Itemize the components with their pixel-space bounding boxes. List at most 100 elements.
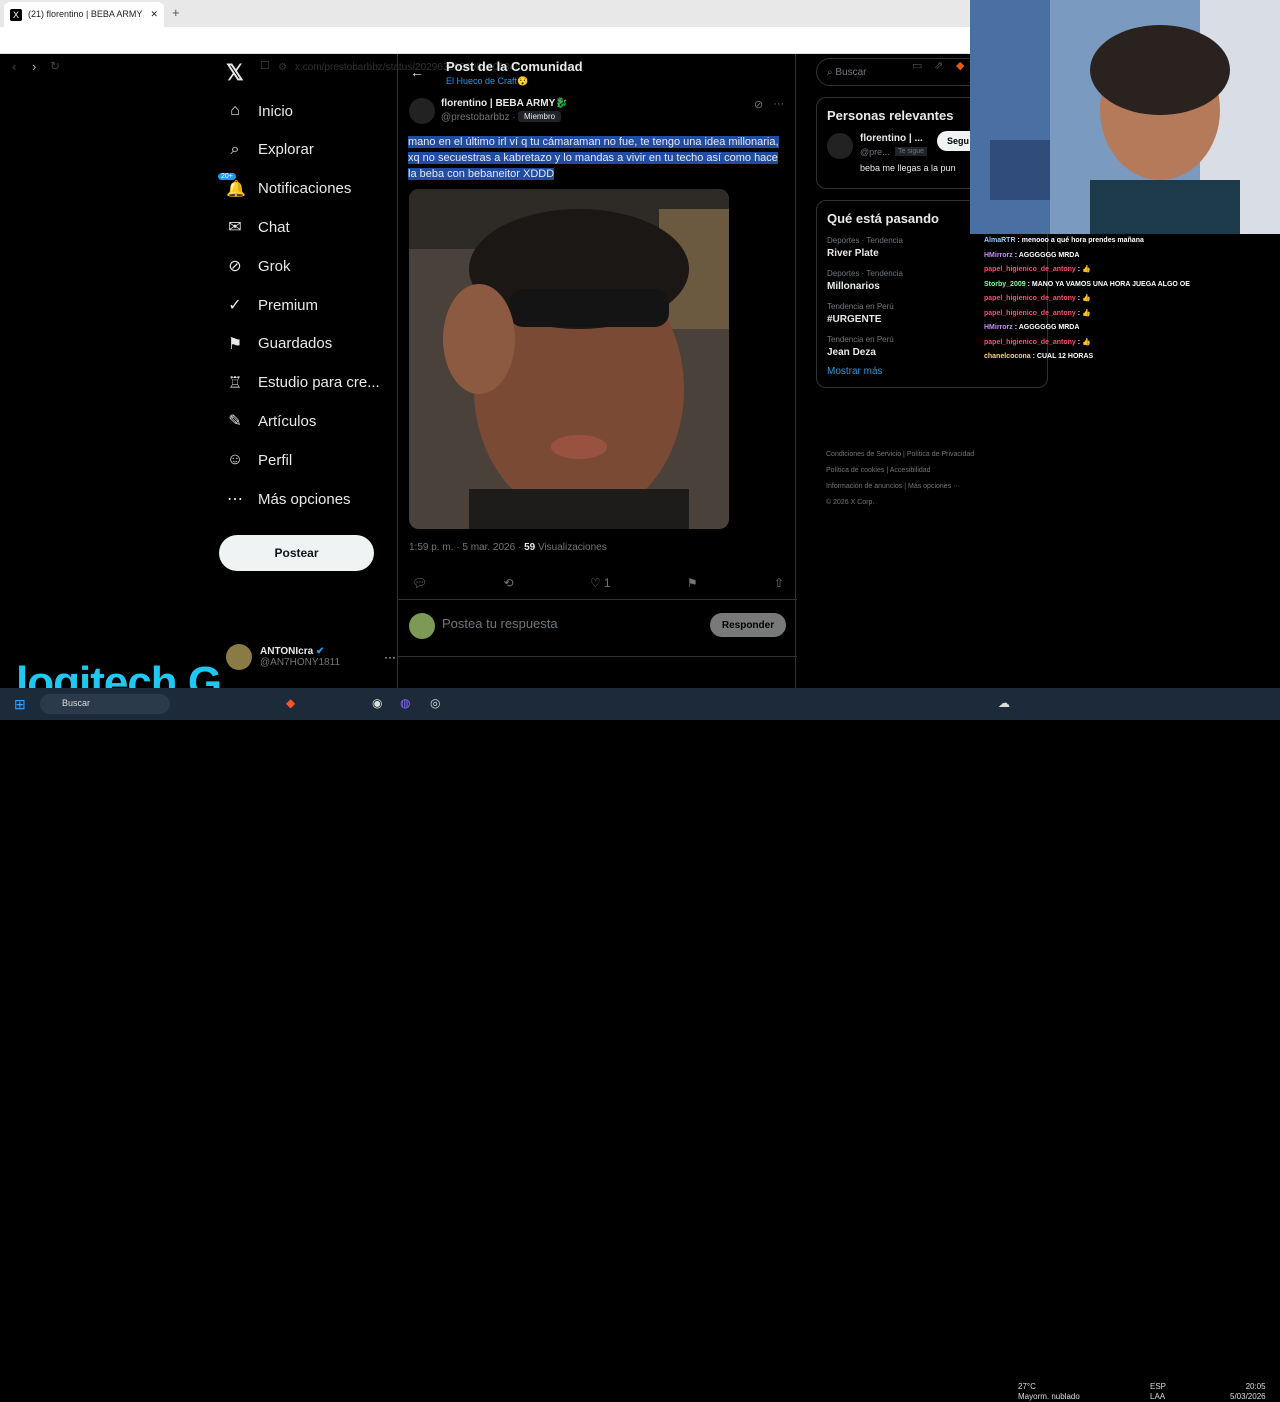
creator-icon: ♖ — [227, 374, 243, 392]
sidebar-item-grok[interactable]: ⊘ Grok — [226, 251, 291, 281]
author-handle[interactable]: @prestobarbbz · — [441, 112, 516, 123]
post-top-actions: ⊘ ··· — [754, 98, 784, 111]
reply-input[interactable]: Postea tu respuesta — [442, 616, 558, 631]
avatar — [409, 613, 435, 639]
sidebar-item-más-opciones[interactable]: ⋯ Más opciones — [226, 484, 351, 514]
avatar — [827, 133, 853, 159]
chat-message: papel_higienico_de_antony : 👍 — [984, 292, 1280, 307]
chat-text: : CUAL 12 HORAS — [1030, 353, 1094, 360]
sidebar-item-artículos[interactable]: ✎ Artículos — [226, 406, 316, 436]
footer-link[interactable]: Política de Privacidad — [907, 451, 974, 458]
chat-text: : 👍 — [1075, 295, 1091, 302]
obs-icon[interactable]: ◎ — [430, 696, 440, 710]
footer-link[interactable]: Información de anuncios — [826, 483, 902, 490]
footer-link: © 2026 X Corp. — [826, 499, 875, 506]
chat-username: HMirrorz — [984, 251, 1013, 259]
author-name[interactable]: florentino | BEBA ARMY🐉 — [441, 98, 568, 109]
chat-text: : AGGGGGG MRDA — [1012, 251, 1080, 259]
chat-message: Storby_2009 : MANO YA VAMOS UNA HORA JUE… — [984, 278, 1280, 293]
verified-icon: ✔ — [315, 646, 325, 657]
sidebar-item-label: Estudio para cre... — [258, 374, 380, 392]
x-logo-icon[interactable]: 𝕏 — [226, 60, 244, 86]
post-text: mano en el último irl ví q tu cámaraman … — [408, 136, 779, 180]
chat-message: papel_higienico_de_antony : 👍 — [984, 263, 1280, 278]
bell-icon: 🔔 20+ — [218, 172, 246, 199]
chat-text: : 👍 — [1075, 309, 1091, 317]
chat-username: AlmaRTR — [984, 237, 1016, 244]
back-icon[interactable]: ‹ — [12, 59, 16, 74]
steam-icon[interactable]: ◉ — [372, 696, 382, 710]
more-icon[interactable]: ··· — [773, 98, 784, 111]
sidebar-item-label: Explorar — [258, 141, 314, 159]
post-actions: 💬︎ ⟲ ♡ 1 ⚑ ⇧ — [412, 576, 784, 590]
bookmark-icon[interactable]: ⚑ — [687, 576, 698, 590]
bookmark-icon: ⚑ — [227, 335, 243, 353]
sidebar-item-label: Premium — [258, 296, 319, 314]
grok-icon[interactable]: ⊘ — [754, 98, 763, 111]
author-avatar[interactable] — [409, 98, 435, 124]
sidebar-item-premium[interactable]: ✓ Premium — [226, 290, 318, 320]
footer-link[interactable]: Más opciones ··· — [908, 483, 960, 490]
taskbar-search[interactable]: Buscar — [40, 694, 170, 714]
sidebar-item-label: Grok — [258, 257, 291, 275]
main-column: ← Post de la Comunidad El Hueco de Craft… — [397, 54, 797, 688]
weather[interactable]: 27°C Mayorm. nublado — [1018, 1382, 1080, 1402]
community-link[interactable]: El Hueco de Craft😯 — [446, 76, 528, 87]
share-icon[interactable]: ⇧ — [774, 576, 784, 590]
profile-icon: ☺ — [226, 451, 244, 469]
verified-icon: ✓ — [228, 297, 242, 314]
reply-icon[interactable]: 💬︎ — [412, 576, 427, 590]
browser-tab[interactable]: X (21) florentino | BEBA ARMY🐉 ... ✕ — [4, 2, 164, 27]
sidebar-item-label: Más opciones — [258, 490, 351, 508]
sidebar-item-perfil[interactable]: ☺ Perfil — [226, 445, 292, 475]
close-tab-icon[interactable]: ✕ — [150, 9, 158, 20]
repost-icon[interactable]: ⟲ — [504, 576, 514, 590]
address-bar-row: ‹ › ↻ ☐ ⚙ x.com/prestobarbbz/status/2029… — [0, 27, 970, 74]
sidebar-item-label: Artículos — [258, 412, 317, 430]
member-badge: Miembro — [518, 111, 562, 122]
sidebar-item-label: Notificaciones — [258, 180, 352, 198]
tab-bar: X (21) florentino | BEBA ARMY🐉 ... ✕ + — [0, 0, 970, 27]
sidebar-item-explorar[interactable]: ⌕ Explorar — [226, 135, 314, 165]
sidebar-item-guardados[interactable]: ⚑ Guardados — [226, 329, 332, 359]
windows-start-icon[interactable]: ⊞ — [14, 696, 26, 713]
chat-username: papel_higienico_de_antony — [984, 309, 1076, 317]
language-indicator[interactable]: ESP LAA — [1150, 1382, 1166, 1402]
footer-link[interactable]: Accesibilidad — [890, 467, 931, 474]
reload-icon[interactable]: ↻ — [50, 59, 60, 73]
search-icon: ⌕ — [230, 140, 240, 158]
sidebar-item-chat[interactable]: ✉ Chat — [226, 212, 289, 242]
follows-you-badge: Te sigue — [895, 147, 928, 156]
stream-chat: AlmaRTR : menooo a qué hora prendes maña… — [984, 234, 1280, 364]
back-arrow-icon[interactable]: ← — [410, 64, 424, 80]
post-button[interactable]: Postear — [219, 535, 374, 571]
chat-message: AlmaRTR : menooo a qué hora prendes maña… — [984, 234, 1280, 249]
sidebar-item-estudio-para-cre-[interactable]: ♖ Estudio para cre... — [226, 368, 380, 398]
chat-message: HMirrorz : AGGGGGG MRDA — [984, 249, 1280, 264]
new-tab-icon[interactable]: + — [172, 5, 180, 20]
like-button[interactable]: ♡ 1 — [590, 576, 611, 590]
sidebar-item-inicio[interactable]: ⌂ Inicio — [226, 96, 293, 126]
person-handle: @pre... — [860, 147, 890, 157]
chat-username: Storby_2009 — [984, 280, 1026, 288]
notification-badge: 20+ — [218, 172, 236, 180]
sidebar-item-label: Guardados — [258, 335, 333, 353]
forward-icon[interactable]: › — [32, 59, 36, 74]
chat-text: : menooo a qué hora prendes mañana — [1015, 237, 1144, 244]
page-title: Post de la Comunidad — [446, 59, 583, 74]
footer-link[interactable]: Política de cookies — [826, 467, 884, 474]
chat-username: chanelcocona — [984, 353, 1031, 360]
sidebar-item-notificaciones[interactable]: 🔔 20+ Notificaciones — [218, 172, 352, 204]
chat-text: : MANO YA VAMOS UNA HORA JUEGA ALGO OE — [1025, 280, 1190, 288]
account-switcher[interactable]: ANTONIcra ✔ @AN7HONY1811 ··· — [226, 644, 396, 670]
brave-icon[interactable]: ◆ — [286, 696, 295, 710]
post-image[interactable] — [409, 189, 729, 529]
footer-link[interactable]: Condiciones de Servicio — [826, 451, 901, 458]
reply-button[interactable]: Responder — [710, 613, 786, 637]
left-sidebar: 𝕏 ⌂ Inicio ⌕ Explorar 🔔 20+ Notificaciones ✉ Cha… — [200, 54, 396, 688]
more-icon[interactable]: ··· — [384, 650, 396, 664]
tab-title: (21) florentino | BEBA ARMY🐉 ... — [28, 9, 144, 19]
discord-icon[interactable]: ◍ — [400, 696, 410, 710]
chat-text: : 👍 — [1075, 266, 1091, 273]
clock[interactable]: 20:05 5/03/2026 — [1230, 1382, 1266, 1402]
